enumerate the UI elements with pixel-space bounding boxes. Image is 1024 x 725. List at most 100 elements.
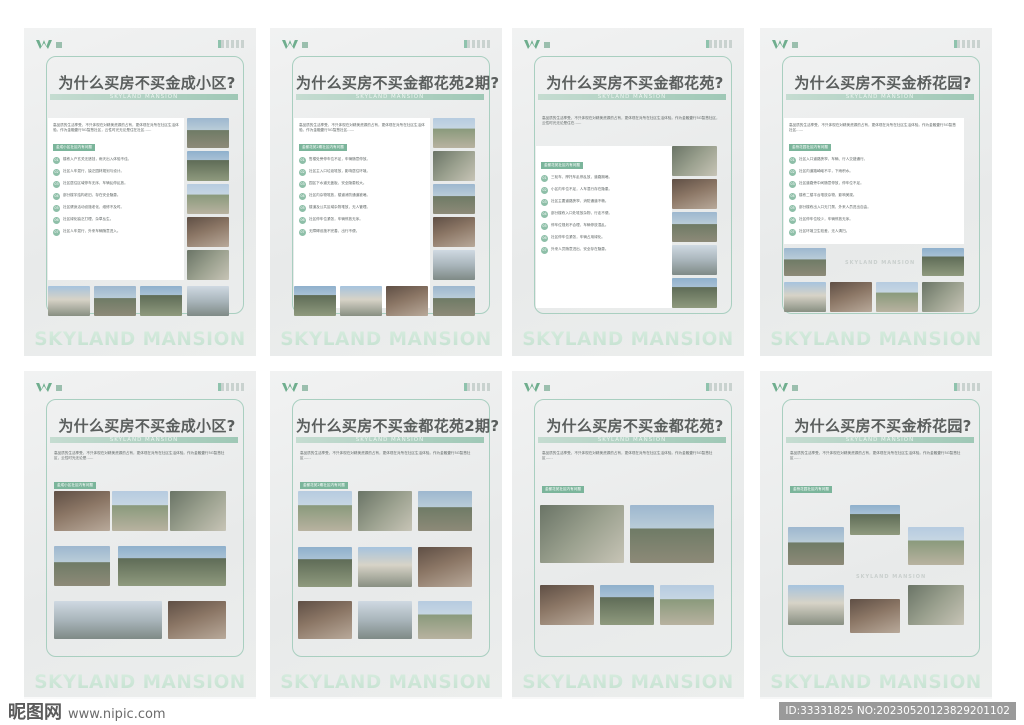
photo <box>187 250 229 280</box>
logo-right-icon <box>218 40 244 48</box>
poster-subtitle: SKYLAND MANSION <box>296 437 484 443</box>
watermark-site-name: 昵图网 <box>8 702 62 723</box>
logo-right-icon <box>706 383 732 391</box>
photo <box>672 212 717 242</box>
photo <box>600 585 654 625</box>
photo <box>784 248 826 276</box>
poster-title: 为什么买房不买金都花苑2期? <box>296 74 500 92</box>
intro-paragraph: 高品质的生活享受，不只体现在对精美资源的占有，更体现在对所在社区生活体验。作为金… <box>53 123 179 132</box>
photo <box>168 601 226 639</box>
brand-logo <box>524 383 550 392</box>
photo <box>784 282 826 312</box>
poster-4[interactable]: 为什么买房不买金桥花园? SKYLAND MANSION 高品质的生活享受，不只… <box>760 28 992 356</box>
photo <box>298 491 352 531</box>
logo-right-icon <box>706 40 732 48</box>
section-tag: 金都花苑2期社区内有问题 <box>299 144 347 151</box>
poster-subtitle: SKYLAND MANSION <box>50 94 238 100</box>
poster-title: 为什么买房不买金都花苑? <box>546 417 724 435</box>
photo <box>433 151 475 181</box>
poster-title: 为什么买房不买金成小区? <box>58 417 236 435</box>
poster-title: 为什么买房不买金都花苑? <box>546 74 724 92</box>
photo <box>298 547 352 587</box>
brand-wordmark: SKYLAND MANSION <box>760 672 992 693</box>
photo <box>418 547 472 587</box>
photo <box>358 547 412 587</box>
photo <box>418 601 472 639</box>
photo <box>94 286 136 316</box>
text-card: 金都花苑社区内有问题 01 三轮车、摩托车乱停乱放，道路拥堵。 02 小区内车位不足… <box>536 146 672 308</box>
poster-6[interactable]: 为什么买房不买金都花苑2期? SKYLAND MANSION 高品质的生活享受，… <box>270 371 502 699</box>
section-tag: 金桥花园社区内有问题 <box>790 486 832 493</box>
brand-logo <box>772 40 798 49</box>
section-tag: 金成小区社区内有问题 <box>53 144 95 151</box>
photo <box>187 118 229 148</box>
poster-1[interactable]: 为什么买房不买金成小区? SKYLAND MANSION 高品质的生活享受，不只… <box>24 28 256 356</box>
brand-logo <box>282 40 308 49</box>
photo <box>340 286 382 316</box>
photo <box>830 282 872 312</box>
logo-right-icon <box>218 383 244 391</box>
watermark-id: ID:33331825 NO:20230520123829201102 <box>779 702 1016 720</box>
photo <box>54 601 162 639</box>
brand-wordmark: SKYLAND MANSION <box>270 672 502 693</box>
photo <box>187 151 229 181</box>
photo <box>908 527 964 565</box>
photo <box>48 286 90 316</box>
watermark-site: 昵图网 www.nipic.com <box>8 698 166 724</box>
section-tag: 金都花苑2期社区内有问题 <box>300 482 348 489</box>
text-card: 高品质的生活享受，不只体现在对精美资源的占有，更体现在对所在社区生活体验。作为金… <box>48 118 184 280</box>
photo <box>358 491 412 531</box>
photo <box>433 118 475 148</box>
w-logo-icon <box>282 383 298 392</box>
brand-wordmark: SKYLAND MANSION <box>512 672 744 693</box>
photo <box>672 146 717 176</box>
poster-8[interactable]: 为什么买房不买金桥花园? SKYLAND MANSION 高品质的生活享受，不只… <box>760 371 992 699</box>
poster-7[interactable]: 为什么买房不买金都花苑? SKYLAND MANSION 高品质的生活享受，不只… <box>512 371 744 699</box>
photo <box>418 491 472 531</box>
photo <box>922 248 964 276</box>
poster-subtitle: SKYLAND MANSION <box>786 437 974 443</box>
photo <box>187 184 229 214</box>
brand-wordmark: SKYLAND MANSION <box>270 329 502 350</box>
photo <box>140 286 182 316</box>
section-tag: 金成小区社区内有问题 <box>54 482 96 489</box>
photo <box>908 585 964 625</box>
photo <box>54 491 110 531</box>
w-logo-icon <box>772 383 788 392</box>
section-tag: 金都花苑社区内有问题 <box>541 162 583 169</box>
photo <box>118 546 226 586</box>
brand-wordmark: SKYLAND MANSION <box>24 329 256 350</box>
w-logo-icon <box>524 383 540 392</box>
poster-subtitle: SKYLAND MANSION <box>538 94 726 100</box>
photo <box>788 527 844 565</box>
photo <box>433 286 475 316</box>
photo <box>294 286 336 316</box>
logo-right-icon <box>954 40 980 48</box>
poster-subtitle: SKYLAND MANSION <box>538 437 726 443</box>
brand-wordmark: SKYLAND MANSION <box>760 329 992 350</box>
photo <box>187 286 229 316</box>
watermark-url[interactable]: www.nipic.com <box>68 707 166 722</box>
poster-3[interactable]: 为什么买房不买金都花苑? SKYLAND MANSION 高品质的生活享受，不只… <box>512 28 744 356</box>
photo <box>298 601 352 639</box>
photo <box>170 491 226 531</box>
photo <box>876 282 918 312</box>
poster-subtitle: SKYLAND MANSION <box>296 94 484 100</box>
brand-logo <box>36 383 62 392</box>
photo <box>540 585 594 625</box>
logo-right-icon <box>464 40 490 48</box>
brand-logo <box>282 383 308 392</box>
poster-5[interactable]: 为什么买房不买金成小区? SKYLAND MANSION 高品质的生活享受，不只… <box>24 371 256 699</box>
photo <box>850 505 900 535</box>
photo <box>672 278 717 308</box>
photo <box>358 601 412 639</box>
section-tag: 金桥花园社区内有问题 <box>789 144 831 151</box>
brand-wordmark: SKYLAND MANSION <box>512 329 744 350</box>
text-card: 高品质的生活享受，不只体现在对精美资源的占有，更体现在对所在社区生活体验。作为金… <box>294 118 430 308</box>
brand-logo <box>524 40 550 49</box>
poster-2[interactable]: 为什么买房不买金都花苑2期? SKYLAND MANSION 高品质的生活享受，… <box>270 28 502 356</box>
brand-logo <box>772 383 798 392</box>
logo-right-icon <box>464 383 490 391</box>
text-card: 高品质的生活享受，不只体现在对精美资源的占有，更体现在对所在社区生活体验。作为金… <box>784 118 964 244</box>
poster-title: 为什么买房不买金桥花园? <box>794 74 972 92</box>
